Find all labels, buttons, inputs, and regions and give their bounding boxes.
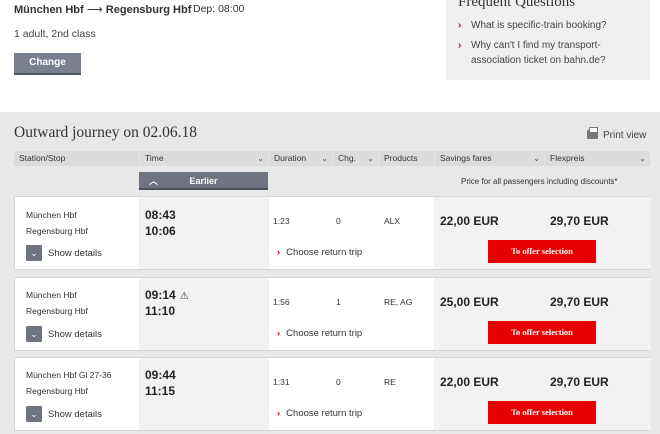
price-note: Price for all passengers including disco… (461, 177, 618, 186)
passenger-info: 1 adult, 2nd class (14, 28, 96, 40)
departure-time: 08:43 (145, 208, 176, 222)
choose-return-trip-link[interactable]: › Choose return trip (277, 328, 362, 339)
faq-link-specific-train[interactable]: › What is specific-train booking? (458, 18, 643, 33)
choose-return-trip-link[interactable]: › Choose return trip (277, 247, 362, 258)
chevron-down-icon: ⌄ (26, 245, 42, 262)
departure-time: Dep: 08:00 (193, 3, 245, 15)
changes: 1 (336, 297, 341, 307)
faq-panel: Frequent Questions › What is specific-tr… (446, 0, 650, 80)
arrival-station: Regensburg Hbf (26, 386, 88, 396)
from-station: München Hbf (14, 4, 84, 16)
arrival-time: 11:10 (145, 304, 176, 318)
chevron-down-icon: ⌄ (367, 154, 374, 163)
column-changes[interactable]: Chg. ⌄ (333, 151, 378, 166)
arrival-time: 10:06 (145, 224, 176, 238)
departure-station: München Hbf Gl 27-36 (26, 370, 112, 380)
column-savings-fares[interactable]: Savings fares ⌄ (435, 151, 544, 166)
chevron-down-icon: ⌄ (639, 154, 646, 163)
column-station: Station/Stop (14, 151, 139, 166)
to-station: Regensburg Hbf (105, 4, 192, 16)
flexpreis-fare: 29,70 EUR (550, 214, 609, 228)
show-details-toggle[interactable]: ⌄ Show details (26, 245, 102, 262)
column-flexpreis[interactable]: Flexpreis ⌄ (545, 151, 650, 166)
journey-row: München Hbf Regensburg Hbf 08:43 10:06 1… (14, 196, 651, 270)
warning-icon: ⚠ (179, 291, 189, 302)
duration: 1:23 (273, 216, 290, 226)
duration: 1:31 (273, 377, 290, 387)
chevron-down-icon: ⌄ (257, 154, 264, 163)
offer-selection-button[interactable]: To offer selection (488, 321, 596, 344)
arrow-right-icon: ⟶ (86, 4, 103, 16)
changes: 0 (336, 377, 341, 387)
chevron-right-icon: › (458, 20, 462, 31)
change-button[interactable]: Change (14, 53, 81, 75)
products: ALX (384, 216, 401, 226)
journey-title: Outward journey on 02.06.18 (14, 124, 197, 141)
choose-return-trip-link[interactable]: › Choose return trip (277, 408, 362, 419)
chevron-down-icon: ⌄ (26, 326, 42, 343)
chevron-down-icon: ⌄ (321, 154, 328, 163)
printer-icon (587, 127, 598, 139)
duration: 1:56 (273, 297, 290, 307)
column-products: Products (379, 151, 434, 166)
departure-station: München Hbf (26, 290, 77, 300)
show-details-toggle[interactable]: ⌄ Show details (26, 406, 102, 423)
chevron-right-icon: › (277, 408, 281, 419)
earlier-button[interactable]: ︿ Earlier (139, 172, 268, 190)
chevron-right-icon: › (277, 328, 281, 339)
changes: 0 (336, 216, 341, 226)
savings-fare: 22,00 EUR (440, 214, 499, 228)
products: RE (384, 377, 396, 387)
flexpreis-fare: 29,70 EUR (550, 375, 609, 389)
arrival-time: 11:15 (145, 384, 176, 398)
chevron-down-icon: ⌄ (533, 154, 540, 163)
chevron-right-icon: › (458, 40, 462, 51)
offer-selection-button[interactable]: To offer selection (488, 401, 596, 424)
chevron-right-icon: › (277, 247, 281, 258)
route-summary: München Hbf ⟶ Regensburg Hbf (14, 3, 191, 16)
departure-time: 09:44 (145, 368, 176, 382)
arrival-station: Regensburg Hbf (26, 306, 88, 316)
column-time[interactable]: Time ⌄ (140, 151, 268, 166)
savings-fare: 25,00 EUR (440, 295, 499, 309)
departure-time: 09:14 ⚠ (145, 288, 189, 302)
column-duration[interactable]: Duration ⌄ (269, 151, 332, 166)
savings-fare: 22,00 EUR (440, 375, 499, 389)
show-details-toggle[interactable]: ⌄ Show details (26, 326, 102, 343)
products: RE, AG (384, 297, 413, 307)
journey-row: München Hbf Gl 27-36 Regensburg Hbf 09:4… (14, 357, 651, 431)
journey-row: München Hbf Regensburg Hbf 09:14 ⚠ 11:10 … (14, 277, 651, 351)
chevron-up-icon: ︿ (149, 176, 159, 186)
faq-title: Frequent Questions (458, 0, 576, 10)
departure-station: München Hbf (26, 210, 77, 220)
print-view-link[interactable]: Print view (587, 127, 646, 141)
chevron-down-icon: ⌄ (26, 406, 42, 423)
arrival-station: Regensburg Hbf (26, 226, 88, 236)
offer-selection-button[interactable]: To offer selection (488, 240, 596, 263)
flexpreis-fare: 29,70 EUR (550, 295, 609, 309)
faq-link-transport-association[interactable]: › Why can't I find my transport-associat… (458, 38, 643, 68)
